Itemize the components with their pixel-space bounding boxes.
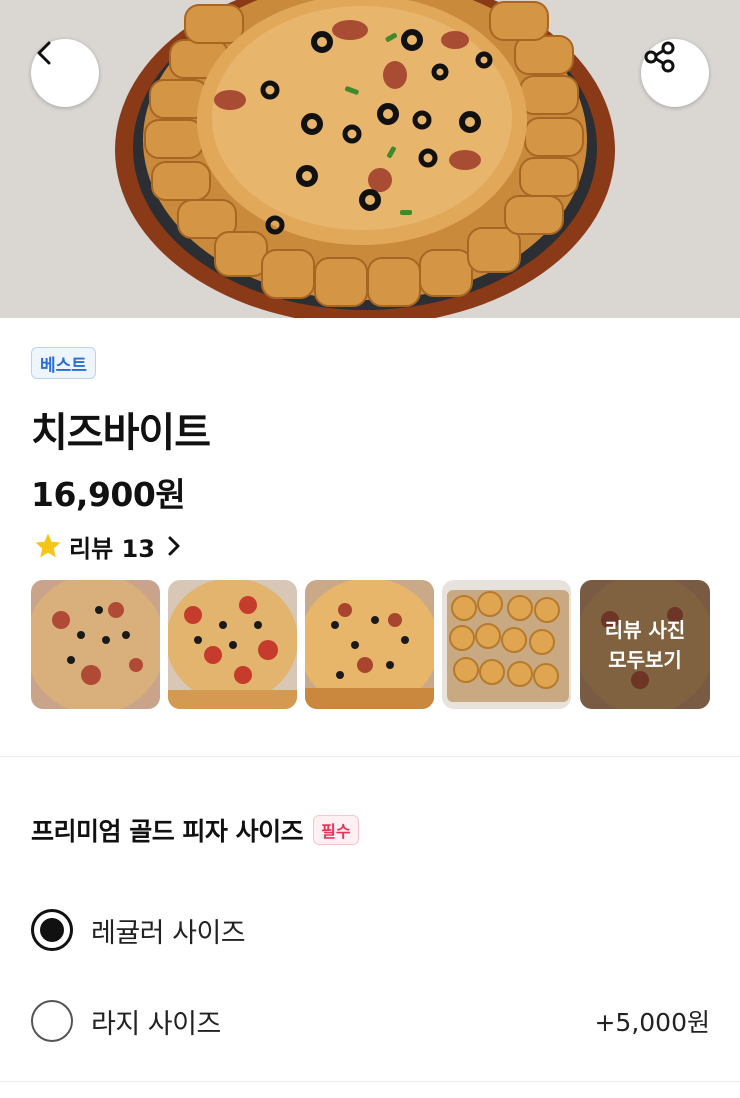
review-photo-strip: 리뷰 사진 모두보기 bbox=[31, 580, 710, 709]
option-label: 레귤러 사이즈 bbox=[91, 917, 246, 949]
view-all-review-photos-button[interactable]: 리뷰 사진 모두보기 bbox=[580, 580, 710, 709]
option-group-title: 프리미엄 골드 피자 사이즈 bbox=[31, 817, 304, 846]
review-count-label: 리뷰 13 bbox=[69, 534, 155, 563]
best-badge: 베스트 bbox=[31, 347, 96, 379]
share-button[interactable] bbox=[641, 39, 709, 107]
review-photo[interactable] bbox=[168, 580, 297, 709]
product-hero-image bbox=[0, 0, 740, 318]
share-icon bbox=[644, 41, 675, 73]
option-large-size[interactable]: 라지 사이즈 +5,000원 bbox=[31, 998, 710, 1044]
option-group-header: 프리미엄 골드 피자 사이즈 필수 bbox=[31, 812, 359, 848]
option-price: +5,000원 bbox=[594, 1008, 710, 1037]
review-photo[interactable] bbox=[442, 580, 571, 709]
radio-checked-icon[interactable] bbox=[31, 909, 73, 951]
review-photo[interactable] bbox=[305, 580, 434, 709]
section-divider bbox=[0, 756, 740, 757]
back-button[interactable] bbox=[31, 39, 99, 107]
option-label: 라지 사이즈 bbox=[91, 1008, 221, 1040]
star-icon bbox=[35, 533, 61, 558]
radio-unchecked-icon[interactable] bbox=[31, 1000, 73, 1042]
review-photo[interactable] bbox=[31, 580, 160, 709]
option-regular-size[interactable]: 레귤러 사이즈 bbox=[31, 907, 710, 953]
product-title: 치즈바이트 bbox=[31, 410, 211, 456]
required-badge: 필수 bbox=[313, 815, 359, 845]
section-divider bbox=[0, 1081, 740, 1082]
view-all-review-photos-label: 리뷰 사진 모두보기 bbox=[580, 580, 710, 709]
chevron-left-icon bbox=[37, 41, 51, 65]
pizza-photo bbox=[0, 0, 740, 318]
review-link[interactable]: 리뷰 13 bbox=[33, 528, 183, 564]
product-price: 16,900원 bbox=[31, 475, 186, 514]
chevron-right-icon bbox=[165, 535, 183, 557]
